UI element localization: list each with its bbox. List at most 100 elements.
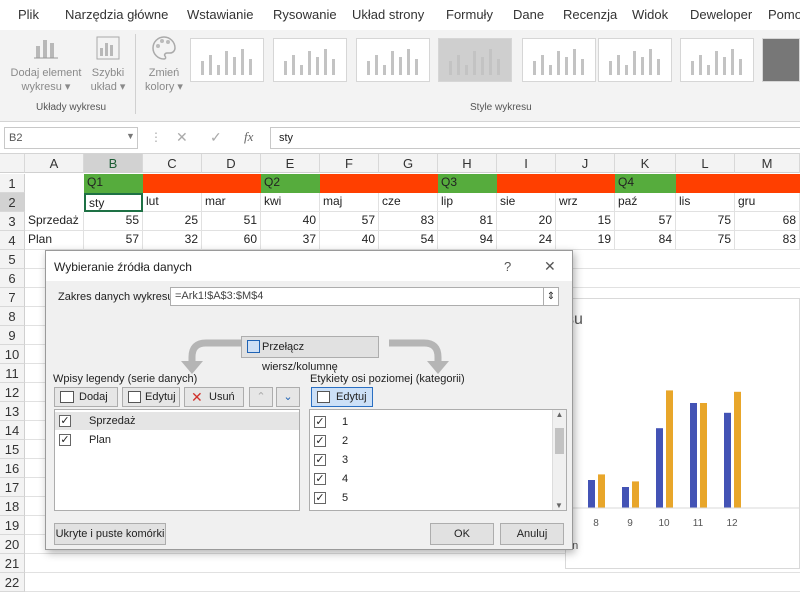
row-header-2[interactable]: 2: [0, 193, 25, 212]
name-box[interactable]: B2: [4, 127, 138, 149]
row-header-7[interactable]: 7: [0, 288, 25, 307]
month-cell[interactable]: mar: [202, 193, 261, 212]
month-cell[interactable]: lis: [676, 193, 735, 212]
column-header-C[interactable]: C: [143, 154, 202, 173]
value-cell[interactable]: 15: [556, 212, 615, 231]
bar-sprzedaz-11[interactable]: [690, 403, 697, 508]
value-cell[interactable]: 57: [615, 212, 676, 231]
value-cell[interactable]: 83: [735, 231, 800, 250]
value-cell[interactable]: 75: [676, 212, 735, 231]
chart-style-thumb-7[interactable]: [680, 38, 754, 82]
value-cell[interactable]: 60: [202, 231, 261, 250]
menu-review[interactable]: Recenzja: [563, 7, 617, 22]
month-cell[interactable]: sty: [84, 193, 143, 212]
value-cell[interactable]: 40: [261, 212, 320, 231]
row-header-13[interactable]: 13: [0, 402, 25, 421]
switch-row-column-button[interactable]: Przełącz wiersz/kolumnę: [241, 336, 379, 373]
select-all-corner[interactable]: [0, 154, 25, 173]
menu-file[interactable]: Plik: [18, 7, 39, 22]
value-cell[interactable]: 37: [261, 231, 320, 250]
row-header-10[interactable]: 10: [0, 345, 25, 364]
value-cell[interactable]: 32: [143, 231, 202, 250]
row-header-5[interactable]: 5: [0, 250, 25, 269]
bar-plan-10[interactable]: [666, 390, 673, 508]
row-label-cell[interactable]: Sprzedaż: [25, 212, 84, 231]
value-cell[interactable]: 20: [497, 212, 556, 231]
row-header-1[interactable]: 1: [0, 174, 25, 193]
bar-plan-9[interactable]: [632, 481, 639, 508]
ok-button[interactable]: OK: [430, 523, 494, 545]
quick-layout-button[interactable]: Szybki układ ▾: [88, 34, 128, 94]
column-header-F[interactable]: F: [320, 154, 379, 173]
close-button[interactable]: ✕: [544, 258, 556, 275]
bar-sprzedaz-10[interactable]: [656, 428, 663, 508]
category-checkbox-4[interactable]: ✓: [314, 473, 326, 485]
column-header-A[interactable]: A: [25, 154, 84, 173]
menu-insert[interactable]: Wstawianie: [187, 7, 253, 22]
row-header-22[interactable]: 22: [0, 573, 25, 592]
row-label-cell[interactable]: Plan: [25, 231, 84, 250]
chart-style-thumb-2[interactable]: [273, 38, 347, 82]
menu-view[interactable]: Widok: [632, 7, 668, 22]
value-cell[interactable]: 75: [676, 231, 735, 250]
hidden-empty-cells-button[interactable]: Ukryte i puste komórki: [54, 523, 166, 545]
row-header-11[interactable]: 11: [0, 364, 25, 383]
bar-plan-11[interactable]: [700, 403, 707, 508]
chart-area[interactable]: su 89101112 on: [565, 298, 800, 569]
row-header-14[interactable]: 14: [0, 421, 25, 440]
edit-series-button[interactable]: Edytuj: [122, 387, 180, 407]
cancel-icon[interactable]: ✕: [176, 129, 188, 146]
add-series-button[interactable]: Dodaj: [54, 387, 118, 407]
value-cell[interactable]: 68: [735, 212, 800, 231]
row-header-16[interactable]: 16: [0, 459, 25, 478]
value-cell[interactable]: 57: [320, 212, 379, 231]
bar-sprzedaz-8[interactable]: [588, 480, 595, 508]
month-cell[interactable]: sie: [497, 193, 556, 212]
chart-style-dark[interactable]: [762, 38, 800, 82]
month-cell[interactable]: lip: [438, 193, 497, 212]
chart-style-thumb-5[interactable]: [522, 38, 596, 82]
column-header-I[interactable]: I: [497, 154, 556, 173]
range-collapse-icon[interactable]: ⇕: [543, 287, 559, 306]
category-scrollbar[interactable]: ▲ ▼: [552, 410, 566, 510]
menu-data[interactable]: Dane: [513, 7, 544, 22]
menu-formulas[interactable]: Formuły: [446, 7, 493, 22]
value-cell[interactable]: 81: [438, 212, 497, 231]
add-chart-element-button[interactable]: Dodaj element wykresu ▾: [8, 34, 84, 94]
bar-sprzedaz-9[interactable]: [622, 487, 629, 508]
cancel-button[interactable]: Anuluj: [500, 523, 564, 545]
menu-help[interactable]: Pomoc: [768, 7, 800, 22]
row-header-6[interactable]: 6: [0, 269, 25, 288]
value-cell[interactable]: 25: [143, 212, 202, 231]
month-cell[interactable]: wrz: [556, 193, 615, 212]
value-cell[interactable]: 94: [438, 231, 497, 250]
bar-sprzedaz-12[interactable]: [724, 412, 731, 508]
value-cell[interactable]: 55: [84, 212, 143, 231]
column-header-D[interactable]: D: [202, 154, 261, 173]
row-header-9[interactable]: 9: [0, 326, 25, 345]
row-header-4[interactable]: 4: [0, 231, 25, 250]
category-checkbox-5[interactable]: ✓: [314, 492, 326, 504]
bar-plan-8[interactable]: [598, 474, 605, 508]
month-cell[interactable]: lut: [143, 193, 202, 212]
column-header-L[interactable]: L: [676, 154, 735, 173]
formula-input[interactable]: sty: [270, 127, 800, 149]
value-cell[interactable]: 83: [379, 212, 438, 231]
edit-axis-labels-button[interactable]: Edytuj: [311, 387, 373, 407]
row-header-19[interactable]: 19: [0, 516, 25, 535]
month-cell[interactable]: gru: [735, 193, 800, 212]
menu-page-layout[interactable]: Układ strony: [352, 7, 424, 22]
remove-series-button[interactable]: ✕ Usuń: [184, 387, 244, 407]
chart-style-thumb-4[interactable]: [438, 38, 512, 82]
column-header-J[interactable]: J: [556, 154, 615, 173]
change-colors-button[interactable]: Zmień kolory ▾: [142, 34, 186, 94]
value-cell[interactable]: 57: [84, 231, 143, 250]
value-cell[interactable]: 84: [615, 231, 676, 250]
row-header-17[interactable]: 17: [0, 478, 25, 497]
move-up-icon[interactable]: ⌃: [249, 387, 273, 407]
value-cell[interactable]: 51: [202, 212, 261, 231]
column-header-M[interactable]: M: [735, 154, 800, 173]
series-checkbox-1[interactable]: ✓: [59, 415, 71, 427]
column-header-H[interactable]: H: [438, 154, 497, 173]
month-cell[interactable]: cze: [379, 193, 438, 212]
